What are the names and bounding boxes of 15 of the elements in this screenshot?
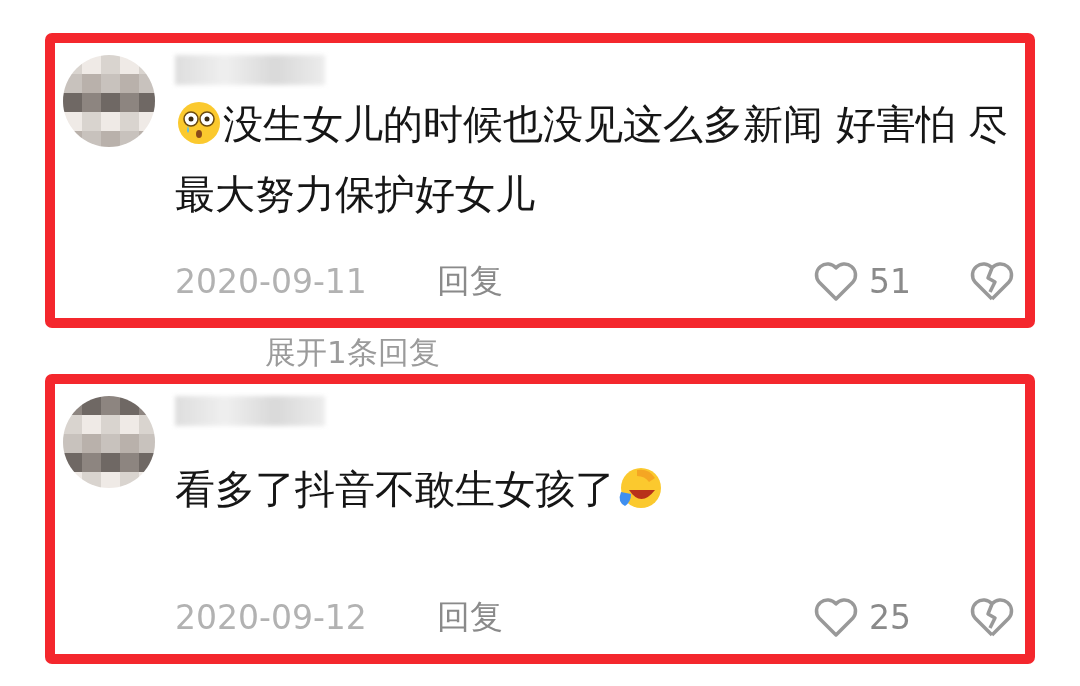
comment-text: 看多了抖音不敢生女孩了: [175, 454, 1025, 524]
comment-text: 没生女儿的时候也没见这么多新闻 好害怕 尽最大努力保护好女儿: [175, 100, 1010, 219]
reply-link[interactable]: 回复: [437, 258, 503, 304]
shocked-face-icon: [177, 101, 221, 145]
heart-icon[interactable]: [813, 596, 859, 638]
like-count: 25: [869, 597, 912, 637]
expand-replies-link[interactable]: 展开1条回复: [265, 334, 1035, 370]
heart-icon[interactable]: [813, 260, 859, 302]
comment-date: 2020-09-12: [175, 597, 368, 637]
like-count: 51: [869, 261, 912, 301]
broken-heart-icon[interactable]: [969, 260, 1015, 302]
laughing-face-icon: [617, 466, 661, 510]
broken-heart-icon[interactable]: [969, 596, 1015, 638]
reply-link[interactable]: 回复: [437, 594, 503, 640]
comment-date: 2020-09-11: [175, 261, 368, 301]
